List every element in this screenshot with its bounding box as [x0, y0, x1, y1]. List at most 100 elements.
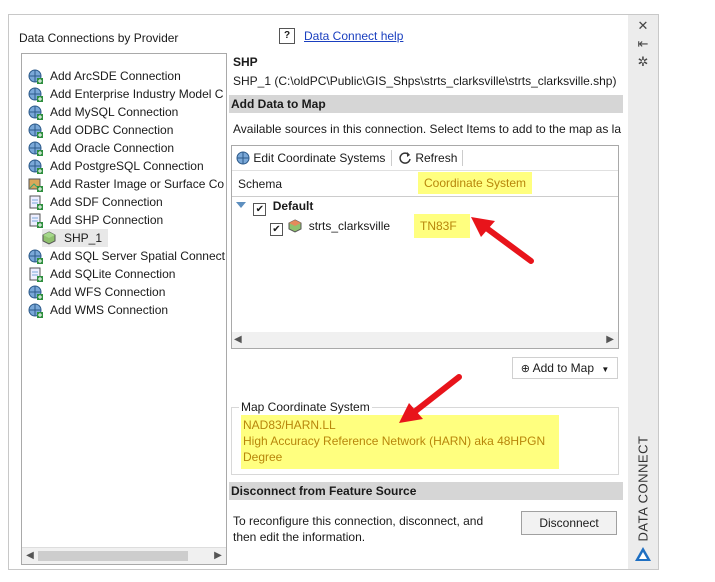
tree-item-label: Add WMS Connection	[50, 303, 169, 317]
disconnect-section-header: Disconnect from Feature Source	[229, 482, 623, 500]
tree-item-add-raster-image-or-surface-co[interactable]: Add Raster Image or Surface Co	[28, 175, 224, 193]
tree-item-add-wfs-connection[interactable]: Add WFS Connection	[28, 283, 165, 301]
globe-add-icon	[28, 303, 44, 319]
tree-item-label: SHP_1	[64, 231, 103, 245]
annotation-arrow-icon	[399, 374, 462, 423]
disconnect-text-line2: then edit the information.	[233, 530, 366, 544]
tree-item-label: Add Raster Image or Surface Co	[50, 177, 225, 191]
tree-item-add-postgresql-connection[interactable]: Add PostgreSQL Connection	[28, 157, 204, 175]
globe-add-icon	[28, 249, 44, 265]
tree-item-label: Add SQL Server Spatial Connect	[50, 249, 225, 263]
tree-item-label: Add WFS Connection	[50, 285, 166, 299]
tree-item-add-wms-connection[interactable]: Add WMS Connection	[28, 301, 168, 319]
raster-add-icon	[28, 177, 44, 193]
properties-icon[interactable]: ✲	[636, 55, 650, 69]
file-add-icon	[28, 195, 44, 211]
tree-item-add-odbc-connection[interactable]: Add ODBC Connection	[28, 121, 173, 139]
connection-path: SHP_1 (C:\oldPC\Public\GIS_Shps\strts_cl…	[233, 74, 617, 88]
schema-group-row: ✔ Default	[236, 198, 314, 216]
globe-add-icon	[28, 285, 44, 301]
help-icon[interactable]: ?	[279, 28, 295, 44]
tree-item-add-sdf-connection[interactable]: Add SDF Connection	[28, 193, 163, 211]
collapse-triangle-icon[interactable]	[236, 202, 246, 208]
connection-name: SHP	[233, 55, 258, 69]
add-to-map-icon: ⊕	[520, 363, 530, 375]
provider-tree[interactable]: Add ArcSDE Connection Add Enterprise Indu…	[21, 53, 227, 565]
feature-checkbox[interactable]: ✔	[270, 223, 283, 236]
globe-add-icon	[28, 87, 44, 103]
edit-coordinate-systems-button[interactable]: Edit Coordinate Systems	[236, 149, 385, 167]
tree-item-label: Add ArcSDE Connection	[50, 69, 181, 83]
grid-column-header: Schema Coordinate System	[232, 172, 618, 197]
tree-item-label: Add Oracle Connection	[50, 141, 175, 155]
feature-coordinate-system[interactable]: TN83F	[414, 214, 470, 238]
file-add-icon	[28, 213, 44, 229]
globe-add-icon	[28, 159, 44, 175]
schema-group-label: Default	[272, 199, 314, 213]
tree-item-label: Add ODBC Connection	[50, 123, 174, 137]
tree-item-add-mysql-connection[interactable]: Add MySQL Connection	[28, 103, 178, 121]
globe-add-icon	[28, 69, 44, 85]
toolbar-divider	[391, 150, 392, 166]
globe-add-icon	[28, 123, 44, 139]
scroll-right-arrow-icon[interactable]: ▶	[606, 332, 614, 348]
toolbar-divider	[462, 150, 463, 166]
edit-coordinate-systems-label: Edit Coordinate Systems	[253, 151, 386, 165]
data-connect-help-link[interactable]: Data Connect help	[304, 29, 403, 43]
scroll-right-arrow-icon[interactable]: ▶	[210, 548, 226, 564]
map-cs-description: High Accuracy Reference Network (HARN) a…	[243, 434, 546, 448]
schema-column-header[interactable]: Schema	[238, 177, 282, 191]
add-data-section-header: Add Data to Map	[229, 95, 623, 113]
refresh-label: Refresh	[415, 151, 458, 165]
palette-title-bar: ✕ ⇤ ✲ DATA CONNECT	[628, 14, 659, 570]
grid-toolbar: Edit Coordinate Systems Refresh	[232, 146, 618, 171]
tree-item-label: Add MySQL Connection	[50, 105, 179, 119]
map-coordinate-system-legend: Map Coordinate System	[239, 400, 372, 414]
scroll-left-arrow-icon[interactable]: ◀	[234, 332, 242, 348]
close-icon[interactable]: ✕	[636, 19, 650, 33]
tree-horizontal-scrollbar[interactable]: ◀ ▶	[22, 547, 226, 564]
tree-item-label: Add SDF Connection	[50, 195, 163, 209]
sources-grid: Edit Coordinate Systems Refresh Schema C…	[231, 145, 619, 349]
data-connect-window: Data Connections by Provider Add ArcSDE …	[8, 14, 630, 570]
globe-icon	[236, 151, 250, 165]
feature-class-icon	[288, 219, 302, 233]
auto-hide-icon[interactable]: ⇤	[636, 37, 650, 51]
tree-item-shp-1[interactable]: SHP_1	[42, 229, 109, 247]
map-cs-units: Degree	[243, 450, 283, 464]
add-data-description: Available sources in this connection. Se…	[233, 122, 621, 136]
tree-item-label: Add Enterprise Industry Model C	[50, 87, 224, 101]
feature-row[interactable]: ✔ strts_clarksville	[270, 216, 390, 236]
tree-item-add-sqlite-connection[interactable]: Add SQLite Connection	[28, 265, 175, 283]
left-panel-title: Data Connections by Provider	[19, 31, 179, 45]
disconnect-text-line1: To reconfigure this connection, disconne…	[233, 514, 484, 528]
grid-horizontal-scrollbar[interactable]: ◀ ▶	[232, 332, 618, 348]
refresh-icon	[399, 152, 411, 164]
tree-item-add-shp-connection[interactable]: Add SHP Connection	[28, 211, 163, 229]
file-add-icon	[28, 267, 44, 283]
tree-item-label: Add SQLite Connection	[50, 267, 176, 281]
cube-icon	[42, 231, 58, 247]
scroll-left-arrow-icon[interactable]: ◀	[22, 548, 38, 564]
dropdown-arrow-icon[interactable]: ▼	[601, 365, 609, 374]
tree-item-add-arcsde-connection[interactable]: Add ArcSDE Connection	[28, 67, 181, 85]
disconnect-button[interactable]: Disconnect	[521, 511, 617, 535]
add-to-map-label: Add to Map	[532, 361, 594, 375]
default-checkbox[interactable]: ✔	[253, 203, 267, 216]
tree-item-label: Add SHP Connection	[50, 213, 164, 227]
refresh-button[interactable]: Refresh	[398, 149, 457, 167]
autodesk-logo-icon	[635, 547, 651, 561]
scrollbar-thumb[interactable]	[38, 551, 188, 561]
globe-add-icon	[28, 141, 44, 157]
globe-add-icon	[28, 105, 44, 121]
feature-name: strts_clarksville	[308, 219, 391, 233]
add-to-map-button[interactable]: ⊕ Add to Map ▼	[512, 357, 618, 379]
coordinate-system-column-header[interactable]: Coordinate System	[418, 172, 533, 194]
annotation-arrow-icon	[471, 217, 534, 264]
tree-item-label: Add PostgreSQL Connection	[50, 159, 204, 173]
tree-item-add-enterprise-industry-model-c[interactable]: Add Enterprise Industry Model C	[28, 85, 223, 103]
tree-item-add-sql-server-spatial-connect[interactable]: Add SQL Server Spatial Connect	[28, 247, 225, 265]
palette-title: DATA CONNECT	[635, 435, 651, 542]
tree-item-add-oracle-connection[interactable]: Add Oracle Connection	[28, 139, 174, 157]
disconnect-instructions: To reconfigure this connection, disconne…	[233, 513, 483, 545]
